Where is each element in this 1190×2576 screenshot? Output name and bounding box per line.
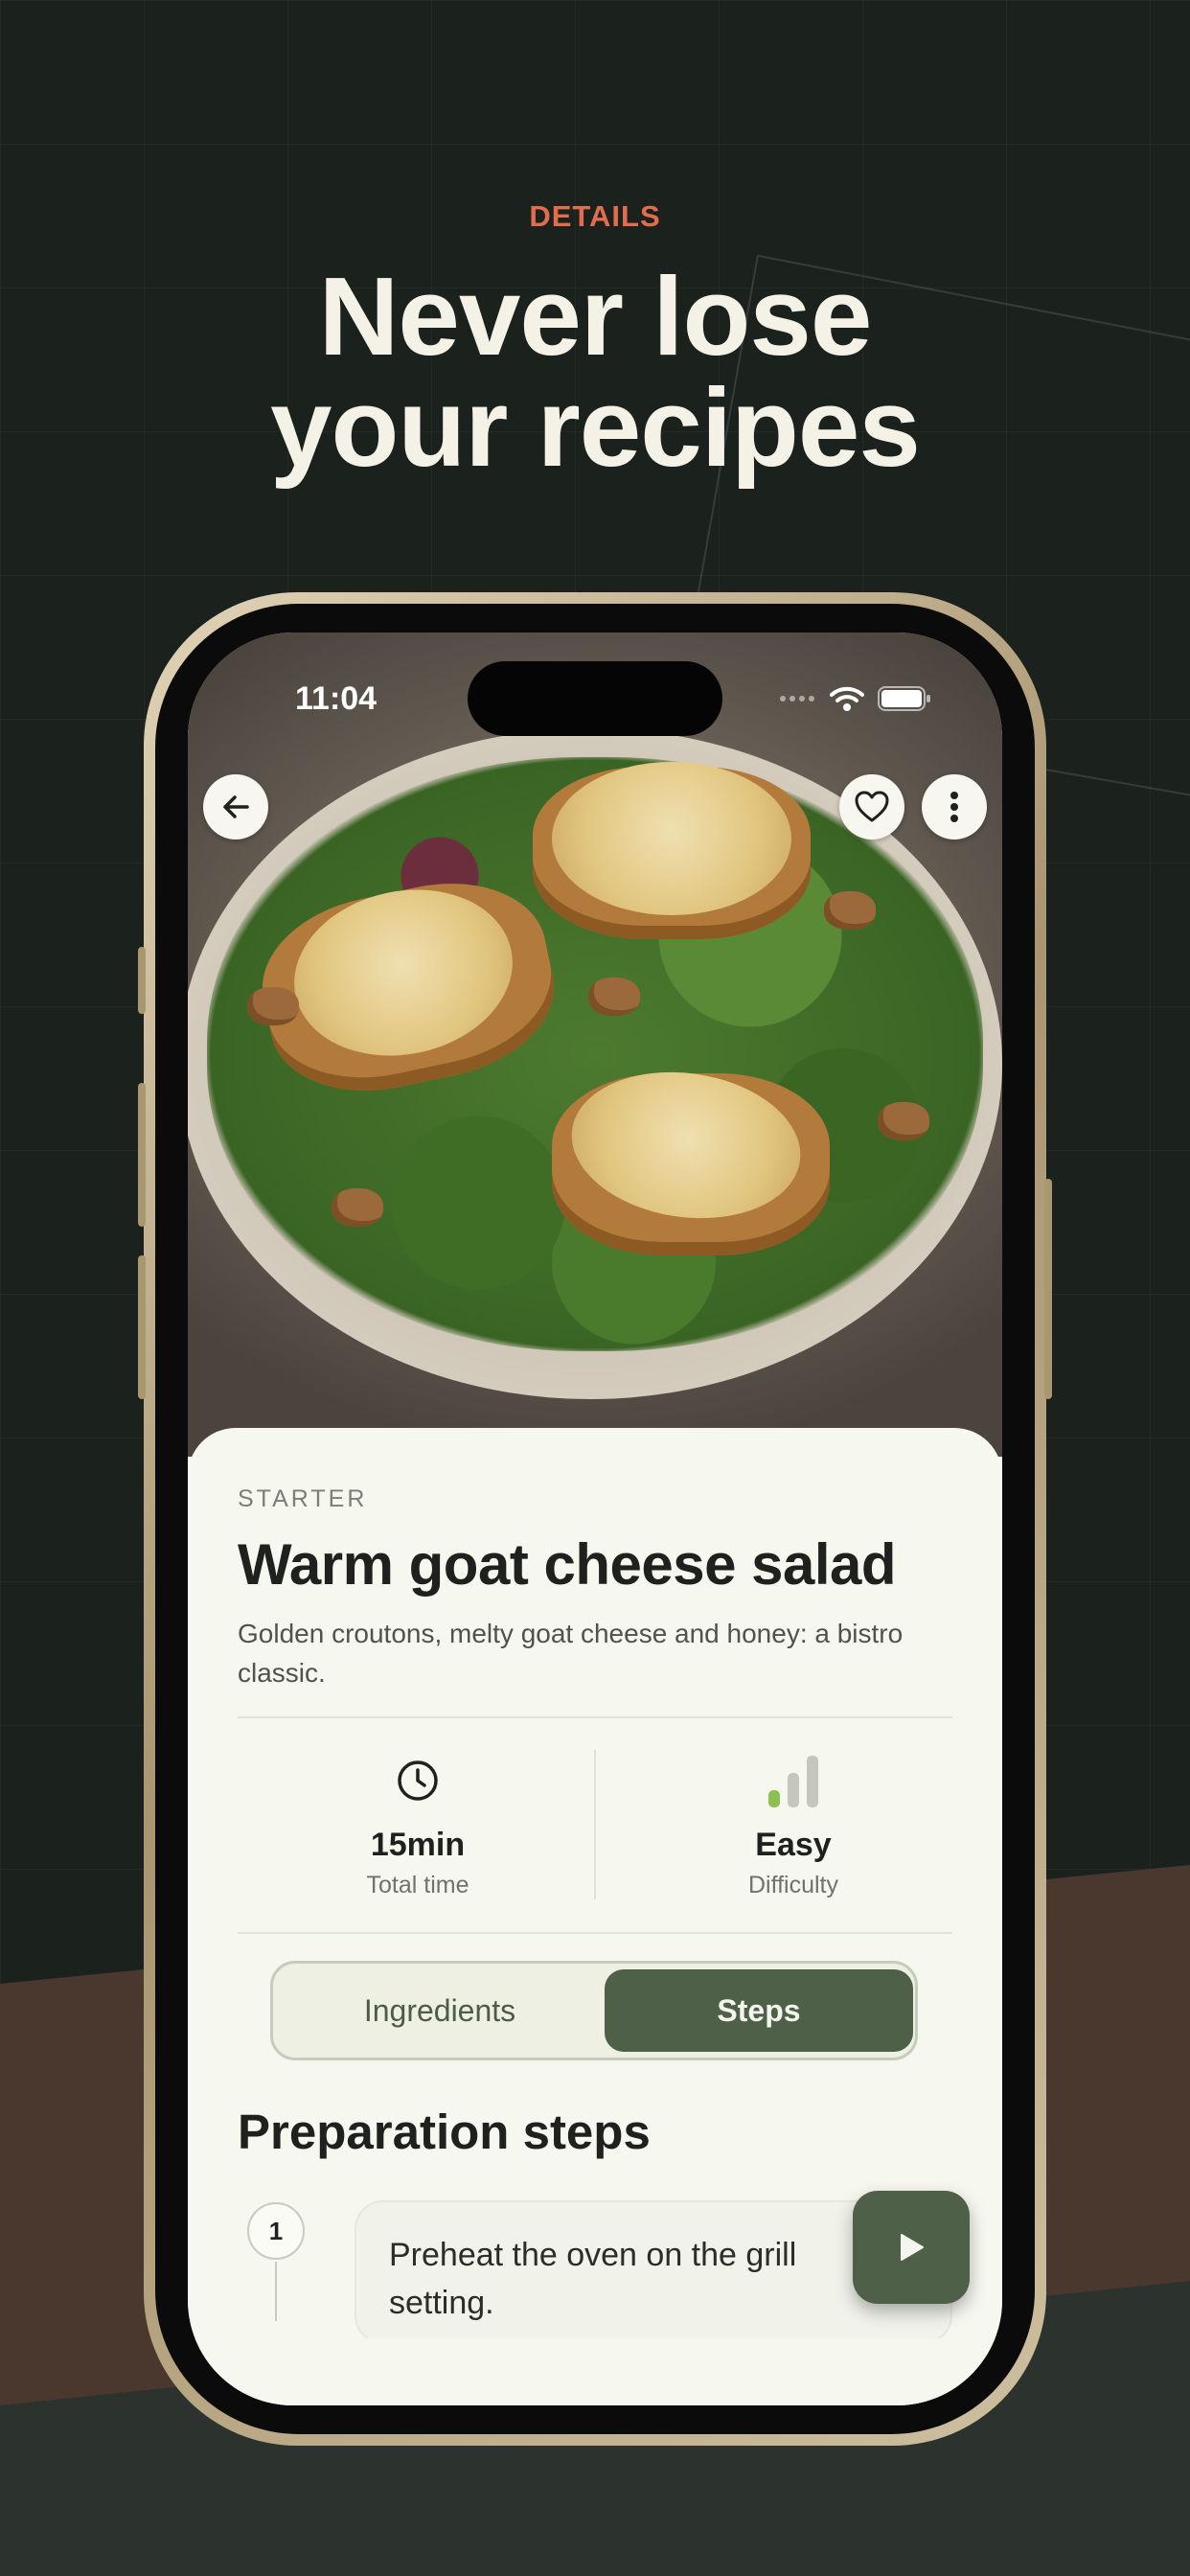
recipe-description: Golden croutons, melty goat cheese and h… [238,1619,904,1688]
play-icon [901,2234,924,2261]
phone-side-button [138,947,146,1014]
recipe-category: STARTER [238,1485,368,1512]
difficulty-bar [768,1790,780,1807]
section-title: Preparation steps [238,2104,651,2159]
battery-icon [878,686,930,711]
divider [238,1932,952,1934]
step-text: Preheat the oven on the grill setting. [389,2237,797,2321]
tab-ingredients[interactable]: Ingredients [286,1973,593,2048]
wifi-icon [830,686,864,711]
clock-icon [398,1760,438,1801]
stat-value: 15min [370,1827,466,1863]
phone-volume-up [138,1083,146,1227]
more-options-button[interactable] [922,774,987,840]
tab-steps[interactable]: Steps [605,1969,913,2052]
recipe-title: Warm goat cheese salad [238,1532,897,1597]
goat-cheese [552,762,791,915]
dynamic-island [468,661,722,736]
walnut [588,978,640,1016]
walnut [878,1102,929,1140]
phone-power-button [1044,1179,1052,1399]
stat-value: Easy [755,1827,832,1863]
difficulty-bar [807,1756,818,1807]
difficulty-bar [788,1773,799,1807]
step-connector [275,2262,277,2321]
status-time: 11:04 [295,680,378,717]
headline-line-1: Never lose [318,254,873,379]
back-button[interactable] [203,774,268,840]
headline-line-2: your recipes [270,365,921,490]
stat-label: Difficulty [747,1872,838,1898]
promo-eyebrow: DETAILS [529,199,661,233]
play-steps-button[interactable] [853,2191,970,2304]
stat-label: Total time [366,1872,469,1898]
tab-switcher: Ingredients Steps [270,1961,918,2060]
stat-total-time: 15min Total time [274,1752,561,1899]
arrow-left-icon [223,795,249,818]
divider [238,1716,952,1718]
status-icons [778,685,931,712]
walnut [824,891,876,930]
stats-divider [594,1750,596,1899]
more-vertical-icon [950,792,958,822]
favorite-button[interactable] [839,774,904,840]
stat-difficulty: Easy Difficulty [650,1752,937,1899]
phone-volume-down [138,1255,146,1399]
screen-bottom [188,2338,1002,2405]
difficulty-bars-icon [768,1756,818,1807]
app-screen: 11:04 STARTER Warm goat cheese salad Gol… [188,632,1002,2405]
step-number: 1 [247,2202,305,2260]
cellular-signal-icon [780,696,814,702]
walnut [332,1188,383,1227]
promo-headline: Never lose your recipes [0,261,1190,483]
recipe-photo [188,632,1002,1457]
heart-icon [855,791,889,822]
walnut [247,987,299,1025]
